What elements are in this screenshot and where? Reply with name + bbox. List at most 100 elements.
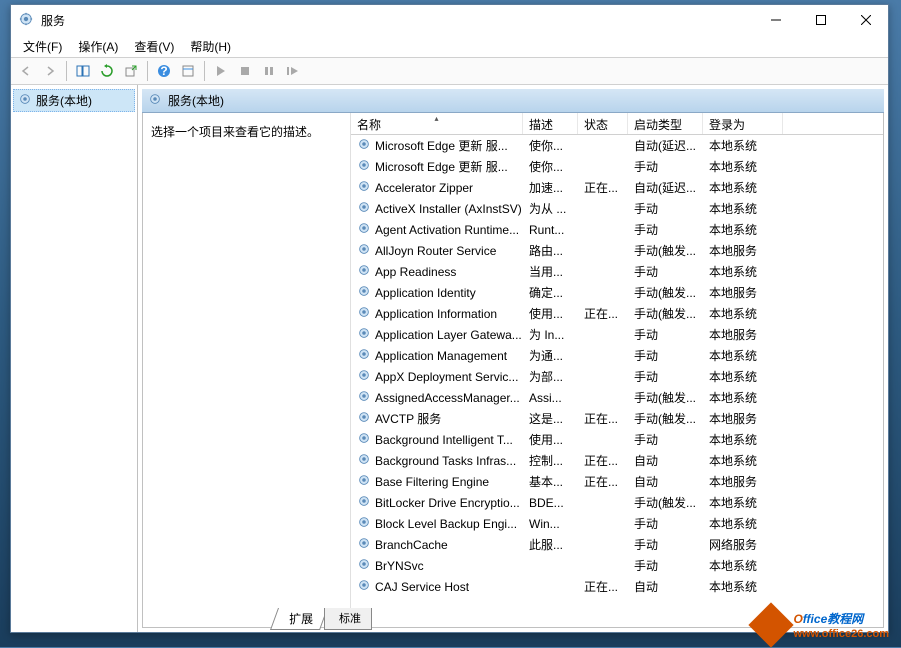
col-desc[interactable]: 描述 [523,113,578,134]
service-desc: 此服... [523,536,578,553]
service-logon: 本地系统 [703,263,783,280]
gear-icon [357,221,371,238]
service-name: Microsoft Edge 更新 服... [375,137,508,154]
watermark-brand-rest: ffice教程网 [803,612,863,626]
service-logon: 本地服务 [703,410,783,427]
gear-icon [357,515,371,532]
menu-action[interactable]: 操作(A) [70,36,126,57]
gear-icon [357,179,371,196]
service-row[interactable]: Application Information使用...正在...手动(触发..… [351,303,883,324]
service-name: BranchCache [375,538,448,552]
col-status[interactable]: 状态 [578,113,628,134]
col-name[interactable]: 名称▴ [351,113,523,134]
properties-button[interactable] [177,60,199,82]
tree-item-services-local[interactable]: 服务(本地) [13,89,135,112]
tree-item-label: 服务(本地) [36,92,92,109]
service-row[interactable]: Block Level Backup Engi...Win...手动本地系统 [351,513,883,534]
service-row[interactable]: AssignedAccessManager...Assi...手动(触发...本… [351,387,883,408]
service-row[interactable]: Background Intelligent T...使用...手动本地系统 [351,429,883,450]
restart-service-button[interactable] [282,60,304,82]
service-name: Accelerator Zipper [375,181,473,195]
refresh-button[interactable] [96,60,118,82]
service-name: Microsoft Edge 更新 服... [375,158,508,175]
service-name: AllJoyn Router Service [375,244,496,258]
service-row[interactable]: AppX Deployment Servic...为部...手动本地系统 [351,366,883,387]
service-status: 正在... [578,410,628,427]
watermark: Office教程网 www.office26.com [755,609,889,641]
pause-service-button[interactable] [258,60,280,82]
separator [204,61,205,81]
service-row[interactable]: CAJ Service Host正在...自动本地系统 [351,576,883,597]
service-desc: 加速... [523,179,578,196]
forward-button[interactable] [39,60,61,82]
start-service-button[interactable] [210,60,232,82]
service-status: 正在... [578,452,628,469]
service-row[interactable]: Agent Activation Runtime...Runt...手动本地系统 [351,219,883,240]
service-row[interactable]: Application Layer Gatewa...为 In...手动本地服务 [351,324,883,345]
watermark-brand: Office教程网 [793,610,889,628]
service-desc: 使你... [523,158,578,175]
service-row[interactable]: Application Management为通...手动本地系统 [351,345,883,366]
gear-icon [357,452,371,469]
col-startup[interactable]: 启动类型 [628,113,703,134]
close-button[interactable] [843,6,888,34]
col-logon[interactable]: 登录为 [703,113,783,134]
service-row[interactable]: Application Identity确定...手动(触发...本地服务 [351,282,883,303]
service-desc: 控制... [523,452,578,469]
show-hide-tree-button[interactable] [72,60,94,82]
service-logon: 本地系统 [703,368,783,385]
service-logon: 本地系统 [703,494,783,511]
minimize-button[interactable] [753,6,798,34]
back-button[interactable] [15,60,37,82]
stop-service-button[interactable] [234,60,256,82]
service-row[interactable]: AVCTP 服务这是...正在...手动(触发...本地服务 [351,408,883,429]
service-startup: 手动 [628,326,703,343]
gear-icon [357,536,371,553]
service-startup: 手动 [628,515,703,532]
menu-view[interactable]: 查看(V) [126,36,182,57]
menu-help[interactable]: 帮助(H) [182,36,239,57]
description-pane: 选择一个项目来查看它的描述。 [143,113,351,627]
service-row[interactable]: Microsoft Edge 更新 服...使你...手动本地系统 [351,156,883,177]
service-row[interactable]: ActiveX Installer (AxInstSV)为从 ...手动本地系统 [351,198,883,219]
service-row[interactable]: BranchCache此服...手动网络服务 [351,534,883,555]
export-button[interactable] [120,60,142,82]
service-row[interactable]: Accelerator Zipper加速...正在...自动(延迟...本地系统 [351,177,883,198]
tree-pane[interactable]: 服务(本地) [11,85,138,632]
service-name: App Readiness [375,265,456,279]
titlebar[interactable]: 服务 [11,5,888,35]
service-startup: 手动 [628,536,703,553]
menubar: 文件(F) 操作(A) 查看(V) 帮助(H) [11,35,888,57]
service-desc: Assi... [523,391,578,405]
service-row[interactable]: BrYNSvc手动本地系统 [351,555,883,576]
service-row[interactable]: Microsoft Edge 更新 服...使你...自动(延迟...本地系统 [351,135,883,156]
toolbar: ? [11,57,888,85]
service-rows[interactable]: Microsoft Edge 更新 服...使你...自动(延迟...本地系统M… [351,135,883,627]
maximize-button[interactable] [798,6,843,34]
service-name: Application Information [375,307,497,321]
service-name: BitLocker Drive Encryptio... [375,496,520,510]
services-icon [19,12,35,28]
service-startup: 手动(触发... [628,305,703,322]
service-desc: 确定... [523,284,578,301]
service-name: Background Tasks Infras... [375,454,516,468]
watermark-brand-o: O [793,612,802,626]
service-logon: 本地系统 [703,200,783,217]
gear-icon [357,557,371,574]
help-button[interactable]: ? [153,60,175,82]
watermark-url: www.office26.com [793,628,889,640]
service-row[interactable]: Background Tasks Infras...控制...正在...自动本地… [351,450,883,471]
service-row[interactable]: AllJoyn Router Service路由...手动(触发...本地服务 [351,240,883,261]
tab-standard[interactable]: 标准 [324,608,372,630]
menu-file[interactable]: 文件(F) [15,36,70,57]
tab-extended[interactable]: 扩展 [270,608,328,630]
service-status: 正在... [578,473,628,490]
service-row[interactable]: BitLocker Drive Encryptio...BDE...手动(触发.… [351,492,883,513]
gear-icon [357,137,371,154]
gear-icon [18,92,32,109]
service-row[interactable]: App Readiness当用...手动本地系统 [351,261,883,282]
service-row[interactable]: Base Filtering Engine基本...正在...自动本地服务 [351,471,883,492]
service-name: CAJ Service Host [375,580,469,594]
tabs: 扩展 标准 [274,608,372,630]
service-name: Application Identity [375,286,476,300]
